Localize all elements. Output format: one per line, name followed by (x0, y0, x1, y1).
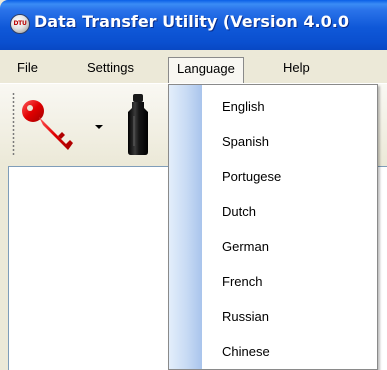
menu-help[interactable]: Help (283, 57, 310, 79)
menu-settings[interactable]: Settings (87, 57, 134, 79)
language-option-spanish[interactable]: Spanish (169, 124, 377, 159)
language-option-german[interactable]: German (169, 229, 377, 264)
title-bar[interactable]: DTU Data Transfer Utility (Version 4.0.0 (0, 0, 387, 50)
toolbar-grip[interactable] (12, 92, 15, 156)
app-logo-text: DTU (13, 20, 27, 27)
language-dropdown-menu: English Spanish Portugese Dutch German F… (168, 84, 378, 370)
language-option-dutch[interactable]: Dutch (169, 194, 377, 229)
language-option-english[interactable]: English (169, 89, 377, 124)
app-window: DTU Data Transfer Utility (Version 4.0.0… (0, 0, 387, 370)
menu-bar: File Settings Language Help (0, 50, 387, 85)
app-logo-icon[interactable]: DTU (10, 14, 30, 34)
bottle-icon[interactable] (124, 94, 152, 156)
menu-language[interactable]: Language (168, 57, 244, 85)
language-list: English Spanish Portugese Dutch German F… (169, 89, 377, 369)
key-dropdown-arrow-icon[interactable] (95, 125, 103, 129)
language-option-russian[interactable]: Russian (169, 299, 377, 334)
key-icon[interactable] (20, 98, 76, 154)
language-option-french[interactable]: French (169, 264, 377, 299)
menu-file[interactable]: File (17, 57, 38, 79)
window-title: Data Transfer Utility (Version 4.0.0 (34, 12, 349, 31)
language-option-portugese[interactable]: Portugese (169, 159, 377, 194)
language-option-chinese[interactable]: Chinese (169, 334, 377, 369)
